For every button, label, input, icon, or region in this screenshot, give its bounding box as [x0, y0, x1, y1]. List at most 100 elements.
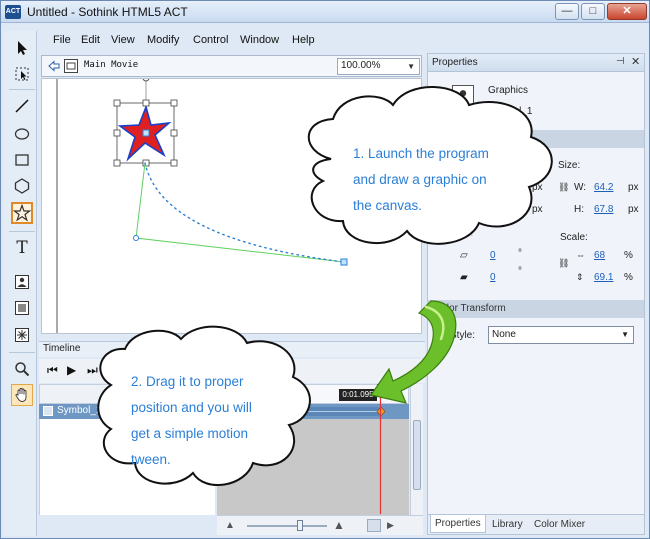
maximize-button[interactable]: □ [581, 3, 605, 20]
panel-tabs: Properties Library Color Mixer [428, 514, 644, 534]
properties-panel: Properties ⊣ ✕ Graphics Symbol_1 Locatio… [427, 53, 645, 535]
object-type: Graphics [488, 85, 529, 96]
menu-bar: File Edit View Modify Control Window Hel… [39, 31, 425, 51]
menu-modify[interactable]: Modify [147, 34, 179, 46]
pin-icon[interactable]: ⊣ [616, 56, 625, 67]
line-icon[interactable] [11, 95, 33, 117]
callout-1-line-3: the canvas. [353, 198, 423, 213]
tab-properties[interactable]: Properties [430, 515, 486, 533]
back-arrow-icon[interactable] [47, 59, 61, 73]
scale-label: Scale: [560, 232, 588, 243]
layer-name: Symbol_1 [57, 405, 102, 416]
properties-title: Properties [432, 57, 478, 68]
scroll-right-icon[interactable]: ▶ [387, 520, 394, 531]
skew-v-degree: ° [518, 266, 522, 277]
minimize-button[interactable]: — [555, 3, 579, 20]
y-unit: px [532, 204, 543, 215]
w-unit: px [628, 182, 639, 193]
w-value[interactable]: 64.2 [594, 182, 613, 193]
window-title: Untitled - Sothink HTML5 ACT [27, 5, 188, 19]
object-name: Symbol_1 [488, 106, 533, 117]
play-icon[interactable]: ▶ [67, 363, 76, 377]
section-color-label: Color Transform [434, 303, 506, 314]
menu-window[interactable]: Window [240, 34, 279, 46]
zoom-value: 100.00% [341, 60, 381, 71]
skew-vertical-icon: ▰ [460, 272, 468, 283]
scale-width-icon: ⇔ [576, 250, 585, 260]
scale-w-value[interactable]: 68 [594, 250, 605, 261]
skew-horizontal-icon: ▱ [460, 250, 468, 261]
scale-h-unit: % [624, 272, 633, 283]
hscroll-thumb[interactable] [367, 519, 381, 532]
timeline-scrollbar[interactable] [410, 384, 423, 515]
x-unit: px [532, 182, 543, 193]
text-icon[interactable]: T [11, 237, 33, 259]
menu-file[interactable]: File [53, 34, 71, 46]
select-arrow-icon[interactable] [11, 37, 33, 59]
h-value[interactable]: 67.8 [594, 204, 613, 215]
close-button[interactable]: ✕ [607, 3, 647, 20]
callout-2-line-1: 2. Drag it to proper [131, 374, 244, 389]
callout-2-line-3: get a simple motion [131, 426, 249, 441]
h-unit: px [628, 204, 639, 215]
polygon-icon[interactable] [11, 175, 33, 197]
scale-height-icon: ⇕ [576, 272, 584, 282]
graphics-icon [452, 85, 474, 107]
timeline-title: Timeline [43, 343, 81, 354]
star-icon[interactable] [11, 202, 33, 224]
oval-icon[interactable] [11, 123, 33, 145]
callout-1-line-2: and draw a graphic on [353, 172, 487, 187]
zoom-icon[interactable] [11, 358, 33, 380]
tab-library[interactable]: Library [492, 519, 523, 530]
timeline-header: Timeline [39, 341, 425, 357]
close-icon[interactable]: ✕ [631, 55, 640, 68]
image-icon[interactable] [11, 271, 33, 293]
tab-color-mixer[interactable]: Color Mixer [534, 519, 585, 530]
style-select[interactable]: None ▼ [488, 326, 634, 344]
scrollbar-thumb[interactable] [413, 420, 421, 490]
style-label: Style: [450, 330, 476, 341]
zoom-select[interactable]: 100.00% ▼ [337, 58, 420, 75]
skew-v-value[interactable]: 0 [490, 272, 496, 283]
properties-header: Properties ⊣ ✕ [428, 54, 644, 72]
slider-thumb[interactable] [297, 520, 303, 531]
timeline-zoom-slider[interactable] [247, 525, 327, 527]
scale-h-value[interactable]: 69.1 [594, 272, 613, 283]
callout-2-line-2: position and you will [131, 400, 252, 415]
menu-control[interactable]: Control [193, 34, 228, 46]
menu-view[interactable]: View [111, 34, 135, 46]
scene-label[interactable]: Main Movie [84, 60, 138, 70]
callout-2-text: 2. Drag it to proper position and you wi… [131, 369, 291, 473]
callout-1-line-1: 1. Launch the program [353, 146, 489, 161]
playhead[interactable] [377, 384, 384, 514]
menu-help[interactable]: Help [292, 34, 315, 46]
scale-w-unit: % [624, 250, 633, 261]
chevron-down-icon: ▼ [621, 330, 629, 339]
stage-header: Main Movie 100.00% ▼ [41, 55, 422, 77]
stop-icon[interactable]: ■ [105, 363, 112, 377]
section-color-transform[interactable]: Color Transform [428, 300, 644, 318]
link-scale-icon[interactable]: ⛓ [558, 258, 569, 269]
rewind-icon[interactable]: ⏮ [47, 363, 58, 378]
step-forward-icon[interactable]: ⏭ [87, 363, 98, 378]
timeline-footer: ▲ ▲ ▶ [217, 515, 423, 535]
skew-h-value[interactable]: 0 [490, 250, 496, 261]
app-logo-icon: ACT [5, 5, 21, 19]
chevron-down-icon: ▼ [407, 62, 415, 71]
frame-icon[interactable] [11, 297, 33, 319]
hand-icon[interactable] [11, 384, 33, 406]
title-bar: ACT Untitled - Sothink HTML5 ACT — □ ✕ [1, 1, 649, 23]
rectangle-icon[interactable] [11, 149, 33, 171]
callout-2-line-4: tween. [131, 452, 171, 467]
size-label: Size: [558, 160, 581, 171]
menu-edit[interactable]: Edit [81, 34, 100, 46]
w-label: W: [574, 182, 587, 193]
symbol-icon[interactable] [11, 324, 33, 346]
movie-icon [64, 59, 78, 73]
zoom-in-mountain-icon[interactable]: ▲ [333, 518, 345, 532]
zoom-out-mountain-icon[interactable]: ▲ [225, 520, 235, 531]
skew-label: Skew: [446, 228, 474, 239]
style-value: None [492, 329, 516, 340]
link-size-icon[interactable]: ⛓ [558, 182, 569, 193]
subselect-icon[interactable] [11, 63, 33, 85]
